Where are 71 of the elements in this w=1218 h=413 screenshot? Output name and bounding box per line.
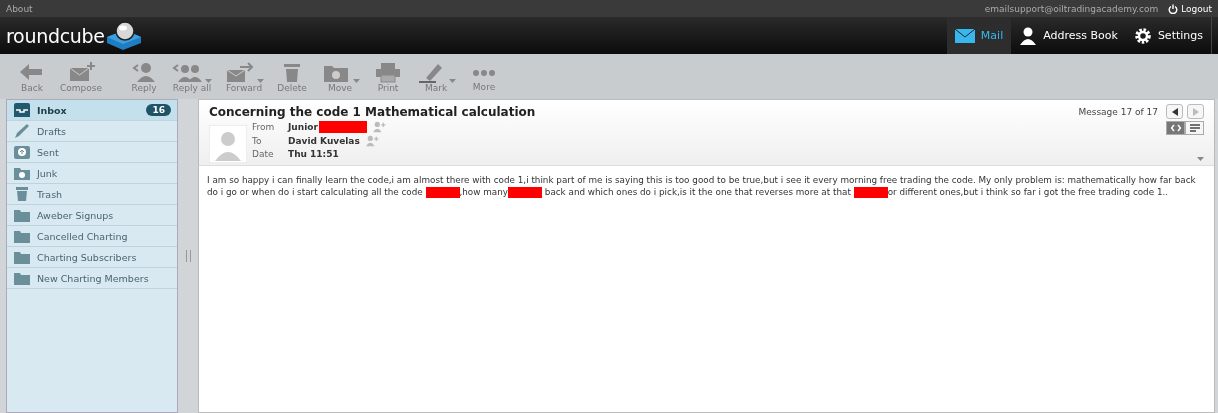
toolbar-button[interactable]: Move [314, 58, 366, 95]
resize-handle[interactable] [185, 250, 191, 262]
header-value: Junior [288, 121, 367, 133]
folder-item[interactable]: Cancelled Charting [7, 226, 177, 247]
pencil-icon [13, 123, 31, 139]
envelope-arrow-icon [224, 60, 256, 83]
folder-icon [13, 270, 31, 286]
envelope-icon [954, 28, 975, 43]
folder-name: Trash [37, 188, 64, 200]
right-triangle-icon [1192, 107, 1199, 116]
header-label: Date [252, 149, 275, 159]
code-icon [1170, 124, 1181, 132]
view-mode-button[interactable] [1185, 121, 1204, 135]
folder-name: Inbox [37, 104, 68, 116]
about-link[interactable]: About [6, 3, 33, 14]
nav-tab[interactable]: Settings [1125, 17, 1211, 54]
view-mode-button[interactable] [1166, 121, 1185, 135]
inbox-tray-icon [13, 102, 31, 118]
settings-icon [1133, 26, 1152, 45]
logout-link[interactable]: Logout [1168, 3, 1212, 14]
trash-icon [13, 186, 31, 202]
cube-logo-icon [104, 20, 143, 51]
folder-name: Cancelled Charting [37, 230, 129, 242]
folder-name: Aweber Signups [37, 209, 115, 221]
user-email: emailsupport@oiltradingacademy.com [984, 3, 1159, 14]
toolbar-button[interactable]: Reply [122, 58, 166, 95]
dots-icon [473, 69, 495, 76]
previous-button[interactable] [1166, 104, 1183, 119]
folder-item[interactable]: Trash [7, 184, 177, 205]
add-contact-icon[interactable] [371, 121, 386, 133]
text-lines-icon [1189, 124, 1200, 132]
folder-name: New Charting Members [37, 272, 150, 284]
folder-item[interactable]: Inbox 16 [7, 100, 177, 121]
toolbar-button[interactable]: Reply all [166, 58, 218, 95]
nav-tab[interactable]: Address Book [1011, 17, 1126, 54]
add-contact-icon[interactable] [364, 135, 379, 147]
avatar-silhouette-icon [209, 125, 247, 163]
folder-item[interactable]: Charting Subscribers [7, 247, 177, 268]
folder-name: Junk [37, 167, 59, 179]
person-icon [1019, 26, 1038, 45]
message-counter: Message 17 of 17 [1078, 106, 1158, 117]
junk-folder-icon [13, 165, 31, 181]
folder-icon [13, 207, 31, 223]
nav-tab[interactable]: Mail [946, 17, 1012, 54]
message-subject: Concerning the code 1 Mathematical calculation [209, 104, 536, 119]
toolbar-button[interactable]: Print [366, 58, 410, 95]
toolbar-button[interactable]: Delete [270, 58, 314, 95]
toolbar-button[interactable]: Forward [218, 58, 270, 95]
toolbar-button[interactable]: Mark [410, 58, 462, 95]
folder-item[interactable]: Drafts [7, 121, 177, 142]
folder-name: Drafts [37, 125, 67, 137]
folder-item[interactable]: Aweber Signups [7, 205, 177, 226]
toolbar-button[interactable]: More [462, 59, 506, 94]
header-label: From [252, 122, 276, 132]
folder-name: Sent [37, 146, 60, 158]
header-value: Thu 11:51 [288, 149, 339, 159]
folder-item[interactable]: New Charting Members [7, 268, 177, 289]
folder-name: Charting Subscribers [37, 251, 138, 263]
power-icon [1168, 3, 1179, 14]
folder-icon [13, 249, 31, 265]
left-triangle-icon [1171, 107, 1178, 116]
header-value: David Kuvelas [288, 136, 360, 146]
logo-text: roundcube [6, 24, 105, 47]
message-body: I am so happy i can finally learn the code,i am almost there with code 1,i think part of me is saying this is too good to be true,but i see it every morning free trading the code. My only problem is: mathematically how far back do i go or when do i start calculating all the code ,how many back and which ones do i pick,is it the one that reverses more at that or different ones,but i think so far i got the free trading code 1.. [207, 174, 1197, 198]
folder-item[interactable]: Sent [7, 142, 177, 163]
toolbar-button[interactable]: Back [10, 58, 54, 95]
folder-item[interactable]: Junk [7, 163, 177, 184]
header-label: To [252, 136, 263, 146]
toolbar-button[interactable]: Compose [54, 58, 108, 95]
unread-count: 16 [146, 104, 171, 116]
folder-icon [13, 228, 31, 244]
